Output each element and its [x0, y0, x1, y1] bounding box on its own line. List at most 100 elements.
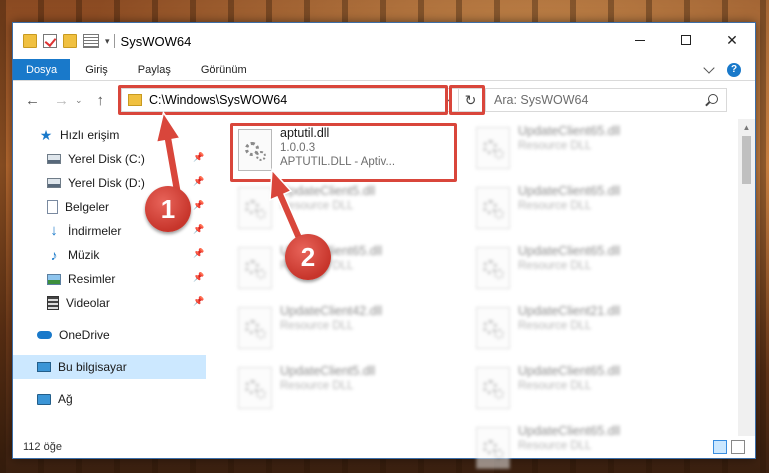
dll-file-icon	[238, 307, 272, 349]
sidebar-item-network[interactable]: Ağ	[13, 387, 206, 411]
drive-icon	[47, 154, 61, 164]
sidebar-item-label: Müzik	[68, 248, 100, 262]
view-buttons	[713, 440, 745, 454]
file-item[interactable]: UpdateClient65.dllResource DLL	[470, 121, 690, 177]
file-item[interactable]: UpdateClient65.dllResource DLL	[470, 181, 690, 237]
minimize-icon	[635, 39, 645, 41]
file-item[interactable]: UpdateClient5.dll Resource DLL	[232, 361, 452, 417]
file-name: UpdateClient65.dll	[518, 364, 621, 378]
close-button[interactable]: ✕	[709, 23, 755, 57]
sidebar-item-onedrive[interactable]: OneDrive	[13, 323, 206, 347]
download-icon: ↓	[50, 222, 58, 239]
document-icon	[47, 200, 58, 214]
dll-file-icon	[238, 247, 272, 289]
quick-access-toolbar: ▾	[23, 34, 110, 48]
sidebar-item-local-disk-c[interactable]: Yerel Disk (C:) 📌	[13, 147, 206, 171]
search-input[interactable]: Ara: SysWOW64	[485, 88, 727, 112]
file-item[interactable]: UpdateClient65.dllResource DLL	[470, 241, 690, 297]
dll-file-icon	[238, 367, 272, 409]
sidebar-item-this-pc[interactable]: Bu bilgisayar	[13, 355, 206, 379]
navigation-pane: ★ Hızlı erişim Yerel Disk (C:) 📌 Yerel D…	[13, 119, 206, 436]
sidebar-item-label: Yerel Disk (C:)	[68, 152, 145, 166]
dll-file-icon	[476, 307, 510, 349]
sidebar-item-label: İndirmeler	[68, 224, 122, 238]
file-name: UpdateClient42.dll	[280, 304, 383, 318]
search-placeholder: Ara: SysWOW64	[494, 93, 589, 107]
file-name: UpdateClient65.dll	[518, 184, 621, 198]
step-2-badge: 2	[285, 234, 331, 280]
customize-dropdown-icon[interactable]: ▾	[105, 36, 110, 47]
maximize-button[interactable]	[663, 23, 709, 57]
sidebar-item-videos[interactable]: Videolar 📌	[13, 291, 206, 315]
file-item[interactable]: UpdateClient42.dll Resource DLL	[232, 301, 452, 357]
tab-share[interactable]: Paylaş	[123, 59, 186, 80]
star-icon: ★	[39, 127, 53, 143]
address-highlight-box	[118, 85, 448, 115]
details-view-icon[interactable]	[713, 440, 727, 454]
title-separator	[113, 34, 115, 48]
step-1-badge: 1	[145, 186, 191, 232]
sidebar-item-label: OneDrive	[59, 328, 110, 342]
file-highlight-box	[230, 123, 457, 182]
window-controls: ✕	[617, 23, 755, 57]
ribbon-right: ?	[703, 59, 755, 80]
sidebar-item-label: Resimler	[68, 272, 116, 286]
large-icons-view-icon[interactable]	[731, 440, 745, 454]
scroll-up-icon[interactable]: ▲	[738, 119, 755, 136]
back-arrow-icon[interactable]: ←	[25, 92, 40, 109]
file-item[interactable]: UpdateClient65.dll Resource DLL	[470, 361, 690, 417]
properties-icon[interactable]	[83, 34, 99, 48]
file-list: aptutil.dll 1.0.0.3 APTUTIL.DLL - Aptiv.…	[206, 119, 755, 469]
up-arrow-icon[interactable]: ↑	[97, 92, 105, 109]
tab-home[interactable]: Giriş	[70, 59, 123, 80]
forward-arrow-icon[interactable]: →	[54, 92, 69, 109]
address-row: ← → ⌄ ↑ C:\Windows\SysWOW64 ⌄ ↻ Ara: Sys…	[13, 81, 755, 119]
pin-icon: 📌	[193, 176, 205, 186]
item-count: 112 öğe	[23, 441, 62, 453]
file-description: Resource DLL	[280, 320, 354, 332]
scrollbar-thumb[interactable]	[742, 136, 751, 184]
file-item[interactable]: UpdateClient21.dll Resource DLL	[470, 301, 690, 357]
file-description: Resource DLL	[280, 380, 354, 392]
file-description: Resource DLL	[518, 380, 592, 392]
drive-icon	[47, 178, 61, 188]
help-icon[interactable]: ?	[727, 62, 741, 77]
navigation-buttons: ← → ⌄ ↑	[25, 92, 121, 109]
cloud-icon	[37, 331, 52, 339]
file-description: Resource DLL	[280, 200, 354, 212]
sidebar-item-quick-access[interactable]: ★ Hızlı erişim	[13, 123, 206, 147]
file-description: Resource DLL	[518, 320, 592, 332]
dll-file-icon	[476, 127, 510, 169]
computer-icon	[37, 362, 51, 372]
pin-icon: 📌	[193, 200, 205, 210]
tab-file[interactable]: Dosya	[13, 59, 71, 80]
recent-locations-chevron-icon[interactable]: ⌄	[75, 95, 83, 106]
file-name: UpdateClient21.dll	[518, 304, 621, 318]
status-bar: 112 öğe	[13, 436, 755, 458]
sidebar-item-pictures[interactable]: Resimler 📌	[13, 267, 206, 291]
dll-file-icon	[238, 187, 272, 229]
minimize-button[interactable]	[617, 23, 663, 57]
close-icon: ✕	[726, 31, 738, 48]
sidebar-item-label: Ağ	[58, 392, 73, 406]
expand-ribbon-chevron-icon[interactable]	[703, 61, 715, 74]
main-area: ★ Hızlı erişim Yerel Disk (C:) 📌 Yerel D…	[13, 119, 755, 469]
tab-view[interactable]: Görünüm	[186, 59, 262, 80]
pin-icon: 📌	[193, 296, 205, 306]
network-icon	[37, 393, 51, 405]
sidebar-item-label: Hızlı erişim	[60, 128, 120, 142]
explorer-window: ▾ SysWOW64 ✕ Dosya Giriş Paylaş Görünüm …	[12, 22, 756, 469]
refresh-highlight-box	[449, 85, 485, 115]
file-description: Resource DLL	[518, 140, 592, 152]
file-item[interactable]: UpdateClient5.dll Resource DLL	[232, 181, 452, 237]
sidebar-item-music[interactable]: ♪ Müzik 📌	[13, 243, 206, 267]
sidebar-item-label: Videolar	[66, 296, 110, 310]
new-folder-icon[interactable]	[63, 34, 77, 48]
file-description: Resource DLL	[518, 260, 592, 272]
file-item[interactable]: UpdateClient65.dllResource DLL	[232, 241, 452, 297]
search-icon[interactable]	[708, 94, 718, 104]
title-bar[interactable]: ▾ SysWOW64 ✕	[13, 23, 755, 59]
vertical-scrollbar[interactable]: ▲	[738, 119, 755, 436]
file-name: UpdateClient5.dll	[280, 184, 376, 198]
properties-check-icon[interactable]	[43, 34, 57, 48]
